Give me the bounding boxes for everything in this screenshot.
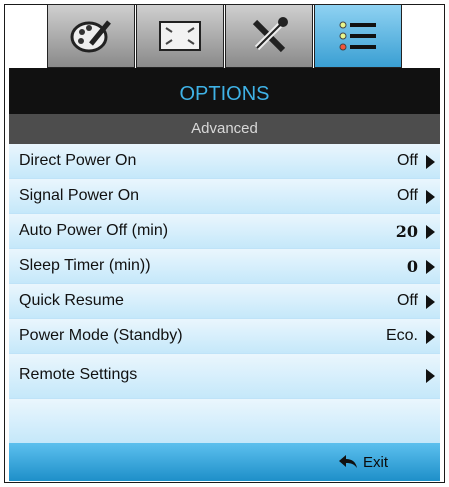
tools-icon bbox=[252, 17, 288, 53]
row-label: Remote Settings bbox=[19, 366, 138, 383]
row-value: Off bbox=[396, 292, 418, 309]
row-value: Off bbox=[396, 152, 418, 169]
exit-button[interactable]: Exit bbox=[363, 454, 388, 471]
menu-row-direct-power-on[interactable]: Direct Power On Off bbox=[9, 144, 440, 179]
menu-row-sleep-timer[interactable]: Sleep Timer (min)) 0 bbox=[9, 249, 440, 284]
tab-options[interactable] bbox=[314, 4, 402, 68]
row-value: Eco. bbox=[385, 327, 418, 344]
arrow-right-icon[interactable] bbox=[426, 369, 435, 383]
screen-frame-icon bbox=[159, 21, 201, 51]
arrow-right-icon[interactable] bbox=[426, 330, 435, 344]
row-value: 0 bbox=[406, 257, 418, 276]
row-label: Power Mode (Standby) bbox=[19, 327, 183, 344]
page-title: OPTIONS bbox=[9, 74, 440, 114]
list-menu-icon bbox=[339, 21, 376, 51]
arrow-right-icon[interactable] bbox=[426, 295, 435, 309]
tab-setup[interactable] bbox=[225, 4, 313, 68]
return-arrow-icon bbox=[339, 455, 357, 468]
row-label: Auto Power Off (min) bbox=[19, 222, 169, 239]
palette-icon bbox=[70, 20, 111, 53]
row-label: Sleep Timer (min)) bbox=[19, 257, 151, 274]
exit-bar[interactable]: Exit bbox=[9, 443, 440, 481]
row-value: 20 bbox=[395, 222, 418, 241]
row-label: Signal Power On bbox=[19, 187, 140, 204]
arrow-right-icon[interactable] bbox=[426, 190, 435, 204]
row-label: Direct Power On bbox=[19, 152, 137, 169]
arrow-right-icon[interactable] bbox=[426, 225, 435, 239]
row-value: Off bbox=[396, 187, 418, 204]
tab-display[interactable] bbox=[47, 4, 135, 68]
menu-row-signal-power-on[interactable]: Signal Power On Off bbox=[9, 179, 440, 214]
arrow-right-icon[interactable] bbox=[426, 155, 435, 169]
menu-row-empty bbox=[9, 399, 440, 443]
menu-row-power-mode[interactable]: Power Mode (Standby) Eco. bbox=[9, 319, 440, 354]
menu-row-auto-power-off[interactable]: Auto Power Off (min) 20 bbox=[9, 214, 440, 249]
arrow-right-icon[interactable] bbox=[426, 260, 435, 274]
tab-image[interactable] bbox=[136, 4, 224, 68]
page-subtitle: Advanced bbox=[9, 114, 440, 144]
menu-tabs bbox=[47, 4, 403, 68]
menu-row-remote-settings[interactable]: Remote Settings bbox=[9, 354, 440, 399]
row-label: Quick Resume bbox=[19, 292, 124, 309]
menu-row-quick-resume[interactable]: Quick Resume Off bbox=[9, 284, 440, 319]
